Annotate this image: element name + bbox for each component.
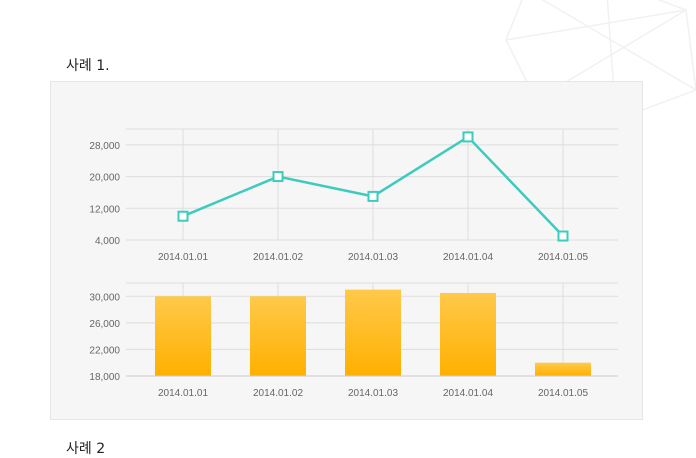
charts-svg: 4,000 12,000 20,000 28,000 2014.01.01 2014.01… <box>89 128 618 399</box>
chart-panel: 4,000 12,000 20,000 28,000 2014.01.01 2014.01… <box>50 81 643 420</box>
chart2-ytick-3: 30,000 <box>89 292 120 303</box>
chart1-ytick-2: 20,000 <box>89 173 120 184</box>
chart1-point-1 <box>272 171 284 183</box>
chart1-point-3 <box>462 131 474 143</box>
chart1-point-4 <box>557 230 569 242</box>
chart1-xtick-0: 2014.01.01 <box>158 252 208 263</box>
chart2-ytick-1: 22,000 <box>89 345 120 356</box>
chart2-ytick-2: 26,000 <box>89 319 120 330</box>
chart2-xtick-3: 2014.01.04 <box>443 388 493 399</box>
section-1-title: 사례 1. <box>66 58 110 74</box>
chart1-point-0 <box>177 210 189 222</box>
chart2-bar-3 <box>440 292 496 376</box>
chart2-bar-2 <box>345 289 401 376</box>
chart2-xtick-4: 2014.01.05 <box>538 388 588 399</box>
chart2-bar-1 <box>250 296 306 376</box>
chart1-xtick-2: 2014.01.03 <box>348 252 398 263</box>
chart1-xtick-4: 2014.01.05 <box>538 252 588 263</box>
chart2-bar-4 <box>535 362 591 376</box>
chart2-xtick-0: 2014.01.01 <box>158 388 208 399</box>
chart1-xtick-3: 2014.01.04 <box>443 252 493 263</box>
chart1-ytick-0: 4,000 <box>95 236 120 247</box>
chart2-xtick-2: 2014.01.03 <box>348 388 398 399</box>
chart1-point-2 <box>367 190 379 202</box>
chart2-ytick-0: 18,000 <box>89 372 120 383</box>
chart1-ytick-3: 28,000 <box>89 141 120 152</box>
chart1-ytick-1: 12,000 <box>89 204 120 215</box>
chart2-bar-0 <box>155 296 211 376</box>
chart2-xtick-1: 2014.01.02 <box>253 388 303 399</box>
section-2-title: 사례 2 <box>66 441 106 457</box>
chart1-xtick-1: 2014.01.02 <box>253 252 303 263</box>
